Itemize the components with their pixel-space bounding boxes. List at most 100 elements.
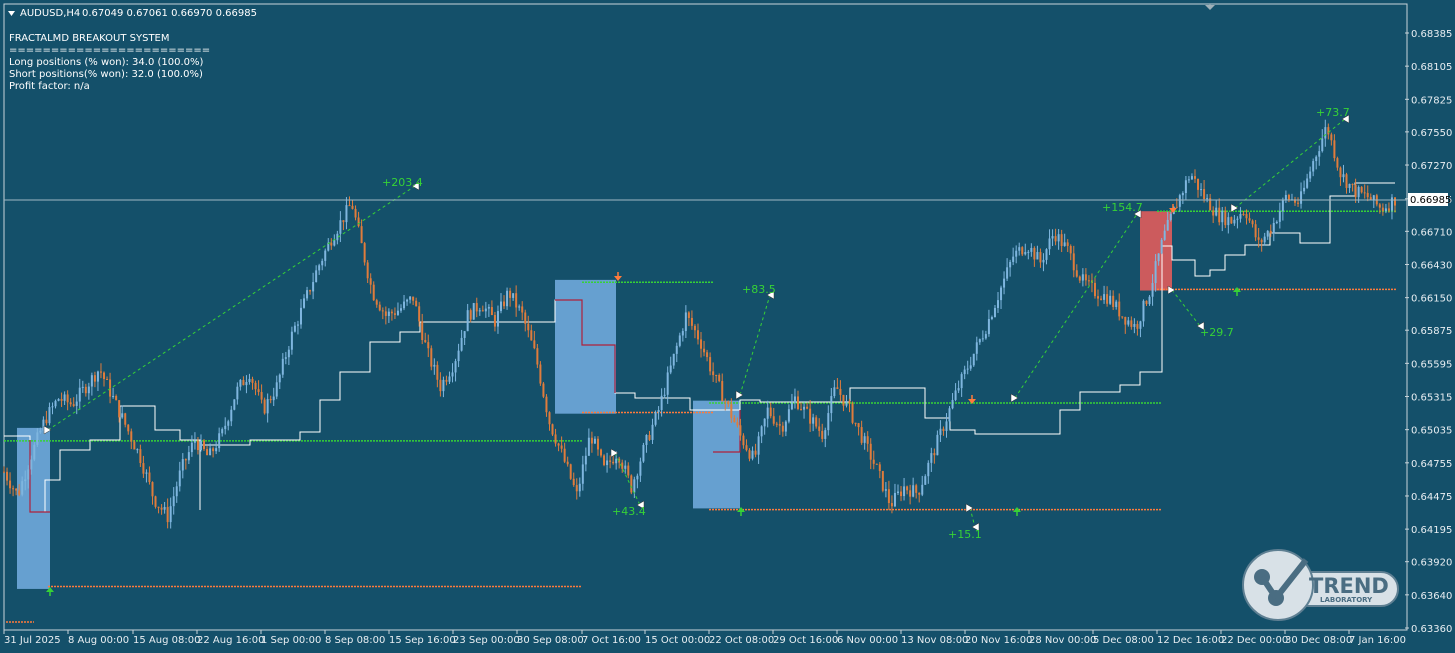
candle-body: [1354, 184, 1357, 198]
candle-body: [657, 409, 660, 413]
candle-body: [654, 412, 657, 425]
candle-body: [490, 307, 493, 316]
candle: [669, 356, 672, 375]
candle-body: [1060, 234, 1063, 246]
candle-body: [12, 488, 15, 490]
candle: [833, 380, 836, 399]
candle-body: [90, 375, 93, 387]
candle-body: [1154, 261, 1157, 284]
candle: [930, 447, 933, 472]
candle: [624, 460, 627, 474]
candle-body: [718, 375, 721, 382]
candle-body: [757, 436, 760, 455]
candle: [1248, 212, 1251, 223]
candle-body: [536, 348, 539, 365]
candle: [1306, 173, 1309, 189]
candle: [969, 356, 972, 371]
x-tick-label: 5 Dec 08:00: [1093, 635, 1154, 646]
candle: [590, 431, 593, 453]
candle-body: [1342, 174, 1345, 178]
candle: [1227, 212, 1230, 234]
candle-body: [478, 310, 481, 312]
candle: [57, 398, 60, 402]
candle-body: [315, 270, 318, 283]
candle: [75, 394, 78, 415]
candle: [596, 436, 599, 456]
candle: [639, 457, 642, 482]
candle-body: [575, 485, 578, 492]
candle-body: [1160, 239, 1163, 254]
candle: [700, 332, 703, 358]
candle: [951, 393, 954, 410]
candle-body: [696, 330, 699, 340]
candle-body: [1087, 280, 1090, 282]
candle-body: [681, 331, 684, 336]
price-chart[interactable]: 0.68385 0.68105 0.67825 0.67550 0.67270 0.669…: [0, 0, 1455, 653]
candle: [1184, 176, 1187, 200]
candle: [972, 353, 975, 367]
candle-body: [375, 300, 378, 305]
candle-body: [815, 417, 818, 427]
price-axis[interactable]: 0.68385 0.68105 0.67825 0.67550 0.67270 0.669…: [1405, 29, 1452, 635]
candle-body: [187, 452, 190, 461]
candle-body: [975, 342, 978, 354]
candle-body: [915, 485, 918, 493]
candle-body: [406, 299, 409, 302]
candle: [945, 413, 948, 438]
candle-body: [842, 394, 845, 406]
candle: [551, 423, 554, 436]
chart-shift-marker-icon[interactable]: [1205, 5, 1215, 10]
candle-body: [178, 470, 181, 487]
candle: [1209, 193, 1212, 211]
candle-body: [1336, 158, 1339, 168]
triangle-down-icon[interactable]: [8, 11, 15, 16]
candle-body: [1178, 195, 1181, 207]
candle-body: [193, 440, 196, 443]
candle: [324, 248, 327, 267]
candle-body: [221, 429, 224, 434]
candle-body: [1360, 187, 1363, 193]
candle-body: [493, 315, 496, 327]
chart-window[interactable]: 0.68385 0.68105 0.67825 0.67550 0.67270 0.669…: [0, 0, 1455, 653]
candle-body: [775, 423, 778, 425]
candle: [96, 370, 99, 391]
candle: [975, 336, 978, 361]
candle-body: [1272, 222, 1275, 234]
candle-body: [60, 398, 63, 401]
candle: [1312, 158, 1315, 177]
candle-body: [1000, 287, 1003, 301]
candle: [896, 484, 899, 496]
candle-body: [1384, 208, 1387, 211]
candle: [275, 375, 278, 400]
time-axis[interactable]: 31 Jul 2025 8 Aug 00:00 15 Aug 08:0022 Aug…: [3, 630, 1406, 646]
candle: [515, 285, 518, 317]
y-tick-label: 0.64475: [1411, 492, 1452, 503]
candle-body: [15, 488, 18, 491]
candle: [1351, 183, 1354, 192]
arrow-down-icon: [614, 272, 622, 281]
candle: [339, 211, 342, 243]
candle: [66, 390, 69, 411]
candle: [103, 371, 106, 387]
candle-body: [215, 448, 218, 452]
candle: [1348, 183, 1351, 193]
candle: [539, 361, 542, 386]
y-tick-label: 0.65595: [1411, 359, 1452, 370]
candle-body: [472, 303, 475, 320]
candle-body: [542, 383, 545, 397]
candle: [357, 211, 360, 228]
candle-body: [1218, 207, 1221, 223]
candle-body: [36, 432, 39, 445]
candle: [821, 423, 824, 443]
candle: [154, 495, 157, 509]
candle: [427, 334, 430, 358]
y-tick-label: 0.67270: [1411, 161, 1452, 172]
y-tick-label: 0.65315: [1411, 393, 1452, 404]
candle: [484, 301, 487, 318]
candle-body: [1330, 134, 1333, 141]
candle-body: [639, 461, 642, 476]
candle-body: [1230, 217, 1233, 224]
candle-body: [87, 386, 90, 394]
candle: [893, 483, 896, 508]
candle-body: [787, 409, 790, 422]
